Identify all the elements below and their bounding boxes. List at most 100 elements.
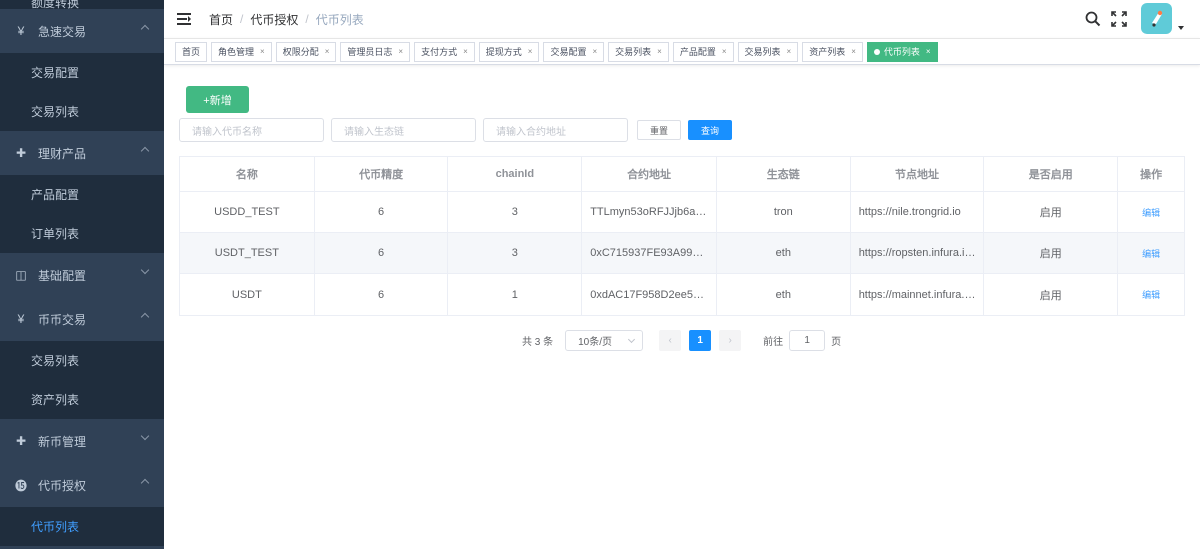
tab-8[interactable]: 产品配置 × bbox=[672, 41, 734, 62]
sidebar-item-12[interactable]: 代币列表 bbox=[0, 507, 164, 546]
table-cell: 6 bbox=[315, 233, 449, 273]
contract-input[interactable]: 请输入合约地址 bbox=[483, 118, 628, 142]
close-icon[interactable]: × bbox=[787, 47, 792, 56]
sidebar-item-8[interactable]: 交易列表 bbox=[0, 341, 164, 380]
table-row: USDD_TEST 6 3 TTLmyn53oRFJJjb6a… tron https:/… bbox=[180, 192, 1184, 233]
table-cell: USDD_TEST bbox=[180, 192, 315, 232]
goto-page-input[interactable]: 1 bbox=[789, 330, 826, 351]
breadcrumb-token-list: 代币列表 bbox=[315, 12, 364, 27]
tab-2[interactable]: 权限分配 × bbox=[275, 41, 337, 62]
cell-precision: 6 bbox=[378, 247, 385, 259]
chevron-down-icon bbox=[628, 335, 636, 344]
close-icon[interactable]: × bbox=[528, 47, 533, 56]
tab-7[interactable]: 交易列表 × bbox=[608, 41, 669, 62]
cell-chainId: 3 bbox=[511, 206, 518, 218]
chain-input[interactable]: 请输入生态链 bbox=[331, 118, 476, 142]
sidebar: 额度转换 ¥ 急速交易 交易配置 交易列表 ✚ 理财产品 产品配置 订单列表 ◫ 基础配置 ¥ 币币交易… bbox=[0, 0, 164, 549]
table-cell: 6 bbox=[315, 274, 449, 315]
edit-link[interactable]: 编辑 bbox=[1142, 288, 1160, 301]
table-row: USDT 6 1 0xdAC17F958D2ee5… eth https://mainne… bbox=[180, 274, 1184, 315]
column-header: 操作 bbox=[1140, 169, 1163, 181]
sidebar-item-5[interactable]: 订单列表 bbox=[0, 214, 164, 253]
sidebar-group-label: 急速交易 bbox=[38, 24, 87, 39]
sidebar-group-10[interactable]: ✚ 新币管理 bbox=[0, 419, 164, 463]
chevron-up-icon bbox=[140, 478, 150, 488]
sidebar-group-11[interactable]: ⓯ 代币授权 bbox=[0, 463, 164, 507]
close-icon[interactable]: × bbox=[398, 47, 403, 56]
breadcrumb: 首页 / 代币授权 / 代币列表 bbox=[209, 11, 364, 28]
goto-label: 前往 bbox=[763, 337, 784, 348]
cell-contract: TTLmyn53oRFJJjb6a… bbox=[590, 206, 707, 218]
reset-button[interactable]: 重置 bbox=[637, 120, 681, 140]
main-area: 首页 / 代币授权 / 代币列表 首页 角色管理 × 权限分配 × 管理员日志 × 支付方式 ×… bbox=[164, 0, 1200, 549]
table-cell: USDT bbox=[180, 274, 315, 315]
column-header: 是否启用 bbox=[984, 157, 1119, 191]
close-icon[interactable]: × bbox=[325, 47, 330, 56]
sidebar-group-label: 币币交易 bbox=[38, 312, 87, 327]
next-page-button[interactable]: › bbox=[719, 330, 742, 351]
navbar: 首页 / 代币授权 / 代币列表 bbox=[164, 0, 1200, 38]
close-icon[interactable]: × bbox=[926, 47, 931, 56]
page-size-select[interactable]: 10条/页 bbox=[565, 330, 644, 351]
chevron-down-icon bbox=[140, 431, 150, 441]
search-icon[interactable] bbox=[1083, 9, 1103, 29]
tab-3[interactable]: 管理员日志 × bbox=[340, 41, 411, 62]
cell-node: https://mainnet.infura.… bbox=[858, 288, 976, 301]
close-icon[interactable]: × bbox=[260, 47, 265, 56]
prev-page-button[interactable]: ‹ bbox=[659, 330, 682, 351]
token-name-input[interactable]: 请输入代币名称 bbox=[179, 118, 324, 142]
chevron-up-icon bbox=[140, 146, 150, 156]
pagination: 共 3 条 10条/页 ‹ 1 › 前往 1 页 bbox=[522, 330, 841, 351]
breadcrumb-token-auth[interactable]: 代币授权 bbox=[250, 11, 298, 28]
add-button[interactable]: +新增 bbox=[186, 86, 249, 113]
sidebar-item-2[interactable]: 交易列表 bbox=[0, 92, 164, 131]
cell-precision: 6 bbox=[378, 206, 385, 218]
sidebar-group-3[interactable]: ✚ 理财产品 bbox=[0, 131, 164, 175]
close-icon[interactable]: × bbox=[851, 47, 856, 56]
edit-link[interactable]: 编辑 bbox=[1142, 206, 1160, 219]
table-cell: 3 bbox=[448, 192, 583, 232]
fullscreen-icon[interactable] bbox=[1109, 9, 1129, 29]
tab-0[interactable]: 首页 bbox=[175, 41, 208, 62]
breadcrumb-home[interactable]: 首页 bbox=[209, 11, 233, 28]
cell-chainId: 1 bbox=[511, 288, 518, 301]
sidebar-group-label: 新币管理 bbox=[38, 434, 87, 449]
close-icon[interactable]: × bbox=[722, 47, 727, 56]
cell-node: https://ropsten.infura.i… bbox=[858, 247, 976, 259]
tab-1[interactable]: 角色管理 × bbox=[211, 41, 272, 62]
cell-chain: eth bbox=[775, 288, 791, 301]
column-header: 节点地址 bbox=[851, 157, 985, 191]
sidebar-item-partial[interactable]: 额度转换 bbox=[0, 0, 164, 9]
cell-contract: 0xdAC17F958D2ee5… bbox=[590, 288, 704, 301]
sidebar-group-0[interactable]: ¥ 急速交易 bbox=[0, 9, 164, 53]
sidebar-group-label: 代币授权 bbox=[38, 478, 87, 493]
tab-6[interactable]: 交易配置 × bbox=[543, 41, 605, 62]
yen-icon: ¥ bbox=[17, 312, 25, 326]
tab-9[interactable]: 交易列表 × bbox=[737, 41, 799, 62]
tab-4[interactable]: 支付方式 × bbox=[414, 41, 475, 62]
avatar[interactable] bbox=[1141, 3, 1172, 34]
table-row: USDT_TEST 6 3 0xC715937FE93A99… eth https://r… bbox=[180, 233, 1184, 274]
table-cell: 启用 bbox=[984, 192, 1119, 232]
tab-11[interactable]: 代币列表 × bbox=[866, 41, 938, 62]
tab-10[interactable]: 资产列表 × bbox=[802, 41, 863, 62]
tab-5[interactable]: 提现方式 × bbox=[478, 41, 540, 62]
close-icon[interactable]: × bbox=[463, 47, 468, 56]
chevron-up-icon bbox=[140, 312, 150, 322]
sidebar-item-4[interactable]: 产品配置 bbox=[0, 175, 164, 214]
chevron-down-icon[interactable] bbox=[1178, 25, 1184, 30]
close-icon[interactable]: × bbox=[592, 47, 597, 56]
sidebar-item-9[interactable]: 资产列表 bbox=[0, 380, 164, 419]
cell-precision: 6 bbox=[378, 288, 385, 301]
column-header: 合约地址 bbox=[582, 157, 717, 191]
query-button[interactable]: 查询 bbox=[688, 120, 732, 140]
sidebar-group-6[interactable]: ◫ 基础配置 bbox=[0, 253, 164, 297]
hamburger-icon[interactable] bbox=[177, 13, 191, 25]
table-cell: 0xdAC17F958D2ee5… bbox=[582, 274, 717, 315]
page-1-button[interactable]: 1 bbox=[689, 330, 712, 351]
right-menu bbox=[1083, 3, 1184, 34]
sidebar-group-7[interactable]: ¥ 币币交易 bbox=[0, 297, 164, 341]
close-icon[interactable]: × bbox=[657, 47, 662, 56]
edit-link[interactable]: 编辑 bbox=[1142, 247, 1160, 260]
sidebar-item-1[interactable]: 交易配置 bbox=[0, 53, 164, 92]
